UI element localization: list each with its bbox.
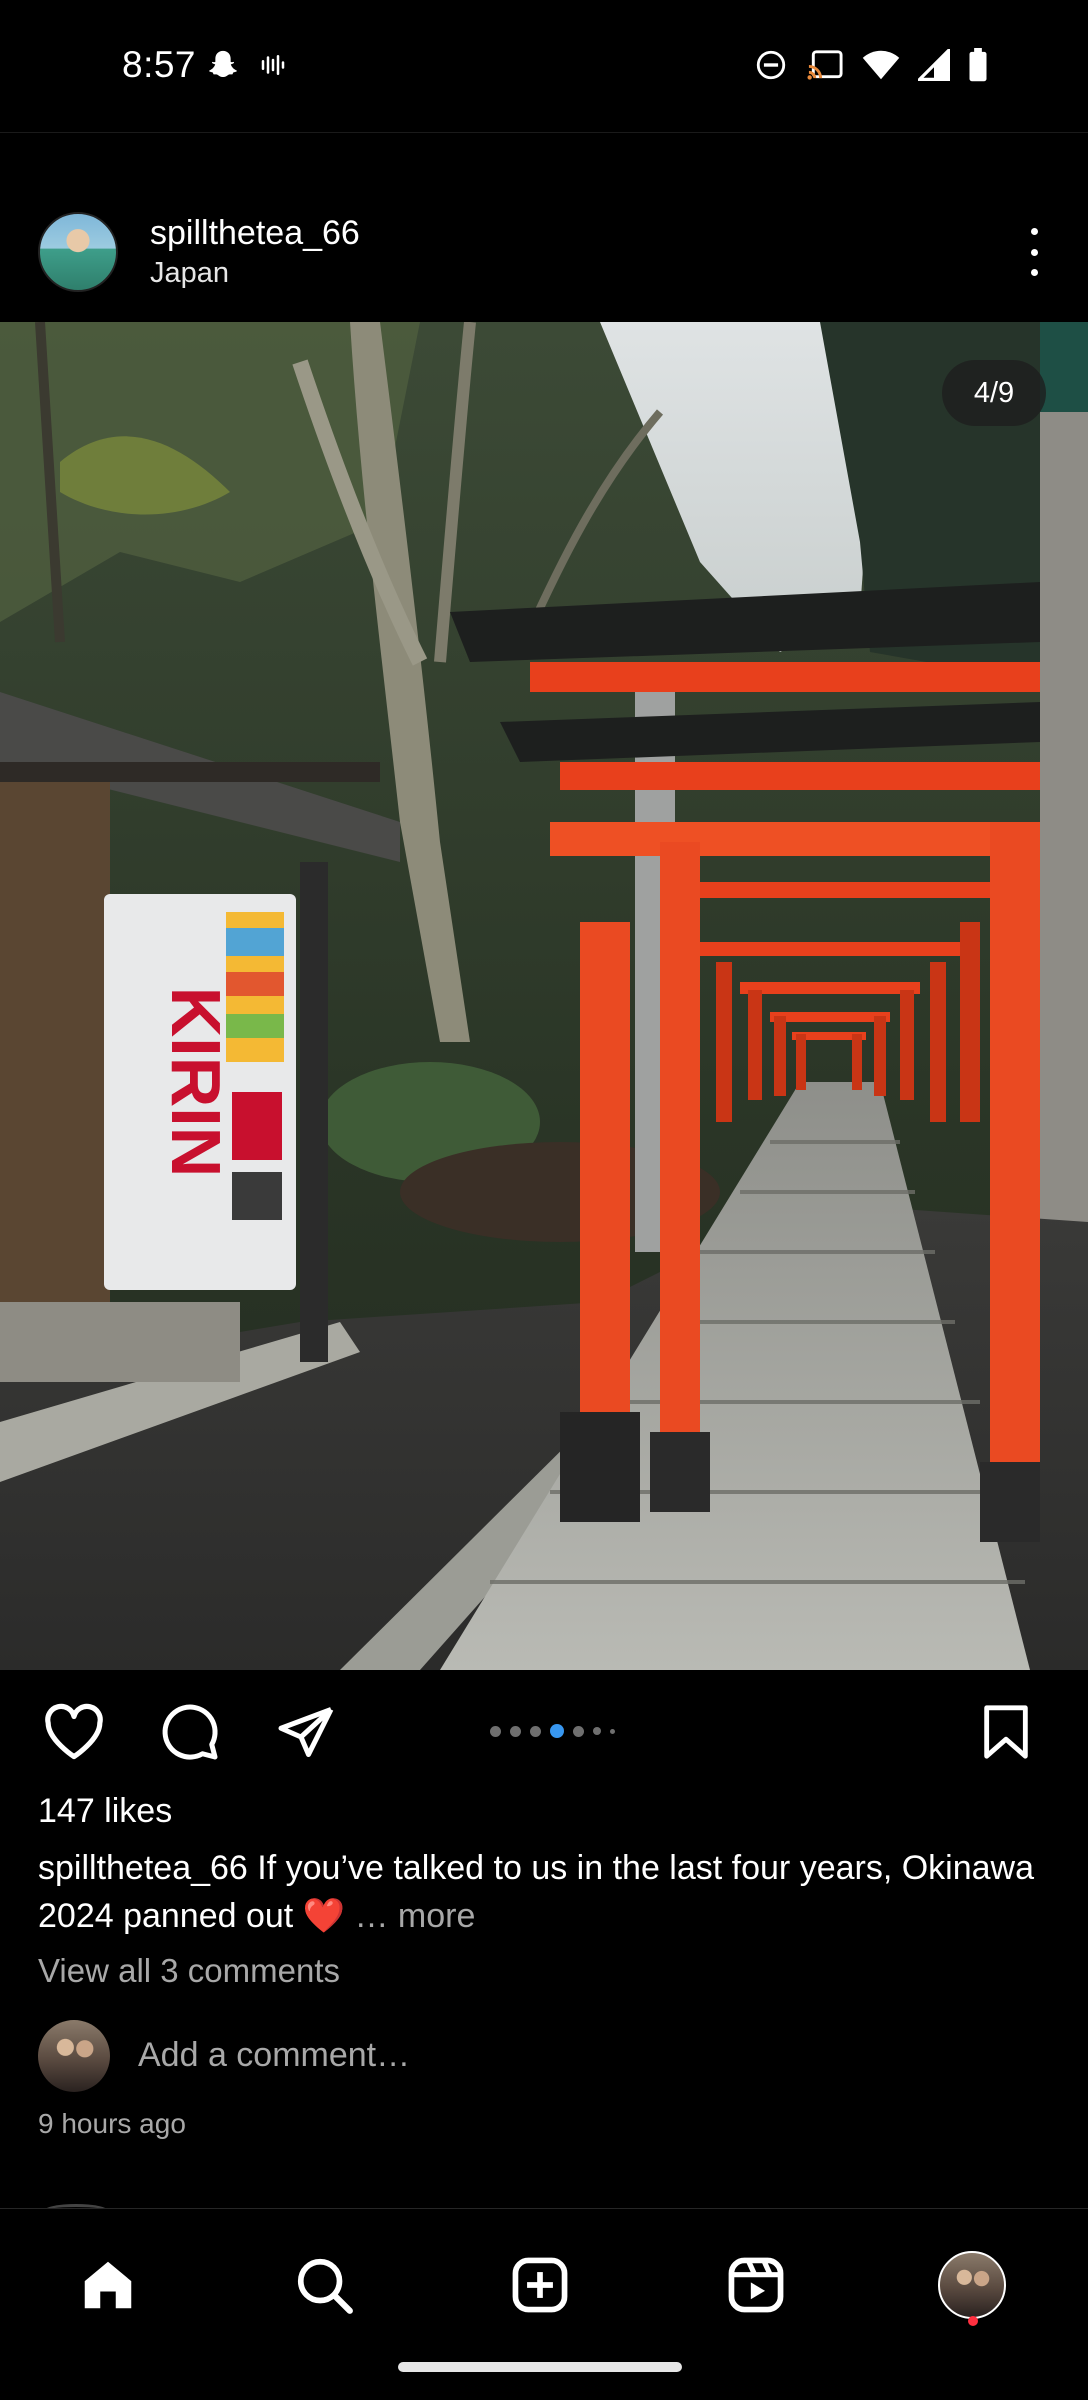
carousel-dot: [490, 1725, 501, 1737]
post-timestamp: 9 hours ago: [38, 2108, 186, 2139]
do-not-disturb-icon: [754, 48, 788, 87]
post-header: spillthetea_66 Japan: [0, 200, 1088, 304]
snapchat-icon: [206, 48, 240, 87]
carousel-dot-active: [550, 1724, 564, 1738]
carousel-indicator: [490, 1724, 615, 1738]
carousel-dot: [530, 1725, 541, 1737]
status-divider: [0, 132, 1088, 133]
wifi-icon: [862, 49, 900, 86]
battery-icon: [968, 48, 988, 87]
kirin-logo: KIRIN: [157, 987, 235, 1178]
like-icon[interactable]: [42, 1702, 106, 1762]
post-location[interactable]: Japan: [150, 257, 229, 290]
profile-avatar-image: [938, 2251, 1006, 2319]
profile-notification-dot: [968, 2316, 978, 2326]
status-bar: 8:57: [0, 0, 1088, 132]
add-comment-row[interactable]: Add a comment…: [38, 2020, 1038, 2092]
add-comment-input[interactable]: Add a comment…: [138, 2036, 410, 2075]
search-icon[interactable]: [284, 2245, 364, 2325]
reels-icon[interactable]: [716, 2245, 796, 2325]
cast-icon: [806, 48, 844, 87]
share-icon[interactable]: [274, 1702, 338, 1762]
voicemail-icon: [258, 50, 288, 85]
create-icon[interactable]: [500, 2245, 580, 2325]
post-caption[interactable]: spillthetea_66 If you’ve talked to us in…: [38, 1844, 1048, 1940]
post-username[interactable]: spillthetea_66: [150, 214, 360, 253]
carousel-dot: [510, 1725, 521, 1737]
status-time: 8:57: [122, 44, 197, 85]
home-icon[interactable]: [68, 2245, 148, 2325]
comment-icon[interactable]: [158, 1702, 222, 1762]
profile-avatar[interactable]: [932, 2245, 1012, 2325]
more-options-icon[interactable]: [1028, 228, 1040, 276]
post-image[interactable]: KIRIN 4/9: [0, 322, 1088, 1670]
user-avatar[interactable]: [38, 212, 118, 292]
image-counter-badge: 4/9: [942, 360, 1046, 426]
carousel-dot: [573, 1725, 584, 1737]
caption-username[interactable]: spillthetea_66: [38, 1849, 248, 1887]
action-bar: [0, 1690, 1088, 1772]
status-left-icons: [206, 48, 288, 87]
current-user-avatar: [38, 2020, 110, 2092]
view-all-comments-link[interactable]: View all 3 comments: [38, 1952, 340, 1990]
home-indicator[interactable]: [398, 2362, 682, 2372]
likes-count[interactable]: 147 likes: [38, 1792, 172, 1831]
signal-icon: [915, 46, 950, 86]
carousel-dot: [593, 1727, 601, 1735]
status-right-icons: [754, 46, 988, 87]
carousel-dot: [610, 1728, 615, 1734]
save-bookmark-icon[interactable]: [974, 1702, 1038, 1762]
caption-more-link[interactable]: … more: [354, 1897, 475, 1935]
torii-gates-photo: KIRIN: [0, 322, 1088, 1670]
